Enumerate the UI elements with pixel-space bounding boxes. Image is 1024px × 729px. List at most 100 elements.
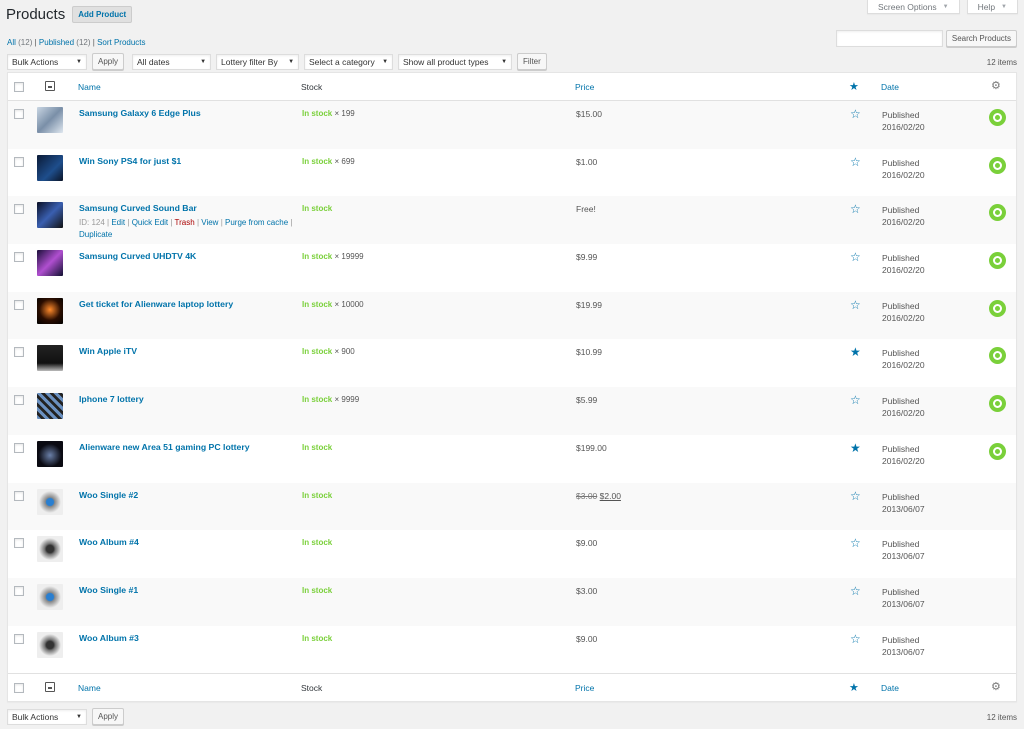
row-checkbox[interactable] bbox=[14, 633, 24, 644]
row-checkbox[interactable] bbox=[14, 538, 24, 549]
product-name-link[interactable]: Woo Album #4 bbox=[79, 537, 139, 547]
screen-options-button[interactable]: Screen Options ▼ bbox=[867, 0, 960, 14]
product-thumbnail[interactable] bbox=[37, 393, 63, 420]
view-link[interactable]: View bbox=[201, 218, 218, 227]
column-price-header[interactable]: Price bbox=[575, 683, 594, 693]
product-name-link[interactable]: Win Sony PS4 for just $1 bbox=[79, 156, 181, 166]
row-checkbox[interactable] bbox=[14, 347, 24, 358]
star-outline-icon[interactable]: ☆ bbox=[850, 155, 861, 169]
product-name-link[interactable]: Alienware new Area 51 gaming PC lottery bbox=[79, 442, 250, 452]
row-checkbox[interactable] bbox=[14, 252, 24, 263]
sort-products-link[interactable]: Sort Products bbox=[97, 38, 145, 47]
product-thumbnail[interactable] bbox=[37, 250, 63, 277]
star-outline-icon[interactable]: ☆ bbox=[850, 107, 861, 121]
stock-quantity: × 900 bbox=[334, 347, 355, 357]
row-checkbox[interactable] bbox=[14, 585, 24, 596]
column-date-header[interactable]: Date bbox=[881, 82, 899, 92]
filter-button[interactable]: Filter bbox=[517, 53, 547, 70]
product-thumbnail[interactable] bbox=[37, 440, 63, 467]
help-button[interactable]: Help ▼ bbox=[966, 0, 1018, 14]
product-name-link[interactable]: Woo Single #1 bbox=[79, 585, 138, 595]
star-filled-icon[interactable]: ★ bbox=[850, 345, 861, 359]
product-name-link[interactable]: Samsung Curved UHDTV 4K bbox=[79, 251, 196, 261]
product-thumbnail[interactable] bbox=[37, 345, 63, 372]
product-name-link[interactable]: Win Apple iTV bbox=[79, 346, 137, 356]
lottery-icon bbox=[989, 252, 1006, 270]
column-date-header[interactable]: Date bbox=[881, 683, 899, 693]
product-name-link[interactable]: Woo Album #3 bbox=[79, 633, 139, 643]
screen-meta-links: Screen Options ▼ Help ▼ bbox=[867, 0, 1018, 14]
select-all-checkbox[interactable] bbox=[14, 683, 24, 694]
bulk-actions-select[interactable]: Bulk Actions ▼ bbox=[7, 53, 87, 70]
row-checkbox[interactable] bbox=[14, 299, 24, 310]
separator: | bbox=[196, 218, 200, 228]
in-stock-label: In stock bbox=[302, 252, 333, 262]
in-stock-label: In stock bbox=[302, 204, 333, 214]
product-date: Published 2016/02/20 bbox=[882, 395, 925, 419]
star-outline-icon[interactable]: ☆ bbox=[850, 250, 861, 264]
stock-status: In stock bbox=[302, 538, 332, 547]
product-thumbnail[interactable] bbox=[37, 488, 63, 515]
column-name-header[interactable]: Name bbox=[78, 683, 101, 693]
column-price-header[interactable]: Price bbox=[575, 82, 594, 92]
apply-button[interactable]: Apply bbox=[92, 708, 125, 725]
search-products-button[interactable]: Search Products bbox=[945, 30, 1017, 47]
stock-status: In stock × 10000 bbox=[302, 300, 364, 309]
caret-down-icon: ▼ bbox=[200, 58, 207, 65]
product-name-link[interactable]: Iphone 7 lottery bbox=[79, 394, 144, 404]
table-row: Samsung Curved UHDTV 4K In stock × 19999 $… bbox=[8, 244, 1016, 292]
product-thumbnail[interactable] bbox=[37, 202, 63, 229]
product-thumbnail[interactable] bbox=[37, 154, 63, 181]
product-name-link[interactable]: Samsung Galaxy 6 Edge Plus bbox=[79, 108, 201, 118]
trash-link[interactable]: Trash bbox=[175, 218, 195, 227]
table-row: Alienware new Area 51 gaming PC lottery I… bbox=[8, 435, 1016, 483]
lottery-filter-select[interactable]: Lottery filter By ▼ bbox=[216, 53, 300, 70]
star-icon[interactable]: ★ bbox=[849, 80, 859, 93]
view-all-link[interactable]: All bbox=[7, 38, 16, 47]
product-name-link[interactable]: Woo Single #2 bbox=[79, 490, 138, 500]
table-body: Samsung Galaxy 6 Edge Plus In stock × 199… bbox=[8, 101, 1016, 673]
category-select[interactable]: Select a category ▼ bbox=[304, 53, 394, 70]
row-checkbox[interactable] bbox=[14, 442, 24, 453]
product-name-link[interactable]: Samsung Curved Sound Bar bbox=[79, 203, 197, 213]
row-checkbox[interactable] bbox=[14, 490, 24, 501]
product-name-link[interactable]: Get ticket for Alienware laptop lottery bbox=[79, 299, 233, 309]
caret-down-icon: ▼ bbox=[382, 58, 389, 65]
view-published-link[interactable]: Published bbox=[39, 38, 74, 47]
product-thumbnail[interactable] bbox=[37, 107, 63, 133]
purge-cache-link[interactable]: Purge from cache bbox=[225, 218, 288, 227]
product-thumbnail[interactable] bbox=[37, 631, 63, 658]
star-filled-icon[interactable]: ★ bbox=[850, 441, 861, 455]
publish-date: 2016/02/20 bbox=[882, 265, 925, 276]
lottery-icon bbox=[989, 109, 1006, 126]
column-name-header[interactable]: Name bbox=[78, 82, 101, 92]
product-thumbnail[interactable] bbox=[37, 583, 63, 610]
apply-button[interactable]: Apply bbox=[92, 53, 125, 70]
product-type-select[interactable]: Show all product types ▼ bbox=[398, 53, 513, 70]
star-outline-icon[interactable]: ☆ bbox=[850, 202, 861, 216]
row-checkbox[interactable] bbox=[14, 395, 24, 406]
select-all-checkbox[interactable] bbox=[14, 82, 24, 92]
star-outline-icon[interactable]: ☆ bbox=[850, 632, 861, 646]
star-outline-icon[interactable]: ☆ bbox=[850, 489, 861, 503]
star-outline-icon[interactable]: ☆ bbox=[850, 536, 861, 550]
star-outline-icon[interactable]: ☆ bbox=[850, 298, 861, 312]
star-outline-icon[interactable]: ☆ bbox=[850, 393, 861, 407]
row-checkbox[interactable] bbox=[14, 204, 24, 215]
lottery-icon bbox=[989, 347, 1006, 365]
row-checkbox[interactable] bbox=[14, 109, 24, 119]
star-outline-icon[interactable]: ☆ bbox=[850, 584, 861, 598]
star-icon[interactable]: ★ bbox=[849, 681, 859, 694]
edit-link[interactable]: Edit bbox=[111, 218, 125, 227]
in-stock-label: In stock bbox=[302, 347, 333, 357]
date-filter-select[interactable]: All dates ▼ bbox=[132, 53, 212, 70]
duplicate-link[interactable]: Duplicate bbox=[79, 230, 112, 239]
lottery-icon bbox=[989, 204, 1006, 222]
bulk-actions-select[interactable]: Bulk Actions ▼ bbox=[7, 708, 87, 725]
row-checkbox[interactable] bbox=[14, 156, 24, 167]
search-input[interactable] bbox=[835, 30, 943, 47]
product-thumbnail[interactable] bbox=[37, 297, 63, 324]
product-thumbnail[interactable] bbox=[37, 536, 63, 563]
add-product-button[interactable]: Add Product bbox=[72, 6, 133, 23]
quick-edit-link[interactable]: Quick Edit bbox=[132, 218, 168, 227]
